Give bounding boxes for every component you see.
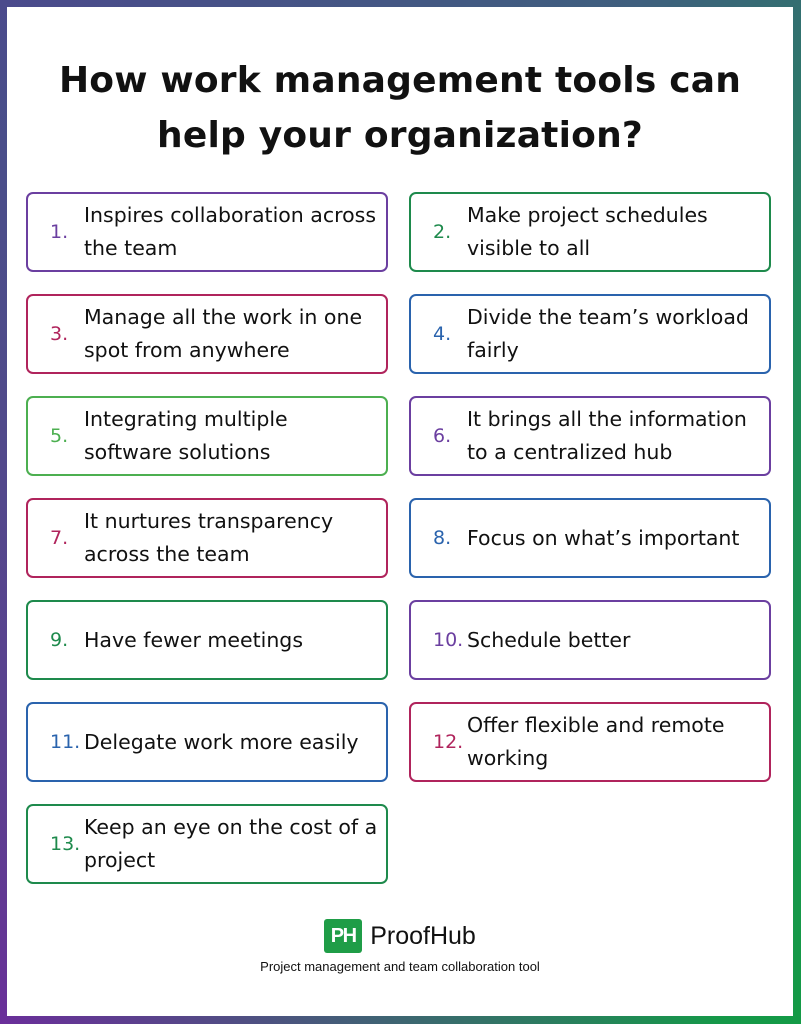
benefit-text: Keep an eye on the cost of a project (84, 815, 378, 872)
benefit-text: It nurtures transparency across the team (84, 509, 334, 566)
benefit-number: 7. (50, 527, 69, 549)
benefit-number: 4. (433, 323, 452, 345)
benefit-card: 4. Divide the team’s workload fairly (409, 294, 771, 374)
infographic-sheet: How work management tools can help your … (7, 7, 793, 1016)
title-line-1: How work management tools can (58, 60, 742, 101)
benefit-text: Delegate work more easily (84, 729, 359, 754)
benefit-text: Offer flexible and remote working (467, 713, 725, 770)
brand-tagline: Project management and team collaboratio… (260, 959, 540, 974)
benefit-number: 3. (50, 323, 69, 345)
benefit-text: Have fewer meetings (84, 627, 304, 652)
benefit-card: 10. Schedule better (409, 600, 771, 680)
benefit-number: 5. (50, 425, 69, 447)
brand-footer: PH ProofHub Project management and team … (7, 919, 793, 974)
benefit-number: 9. (50, 629, 69, 651)
title-line-2: help your organization? (157, 115, 643, 156)
benefit-number: 11. (50, 731, 81, 753)
benefit-card: 7. It nurtures transparency across the te… (26, 498, 388, 578)
brand-logo: PH ProofHub (7, 919, 793, 953)
brand-name: ProofHub (370, 921, 476, 950)
benefit-card: 5. Integrating multiple software solution… (26, 396, 388, 476)
benefit-number: 10. (433, 629, 464, 651)
benefit-number: 2. (433, 221, 452, 243)
benefit-card: 13. Keep an eye on the cost of a project (26, 804, 388, 884)
benefit-card: 1. Inspires collaboration across the team (26, 192, 388, 272)
benefit-text: Divide the team’s workload fairly (467, 305, 749, 362)
benefit-number: 1. (50, 221, 69, 243)
benefit-card: 6. It brings all the information to a cen… (409, 396, 771, 476)
benefit-number: 8. (433, 527, 452, 549)
benefit-text: Inspires collaboration across the team (84, 203, 377, 260)
benefit-card: 12. Offer flexible and remote working (409, 702, 771, 782)
benefit-card: 9. Have fewer meetings (26, 600, 388, 680)
benefit-text: Schedule better (467, 627, 631, 652)
benefit-text: It brings all the information to a centr… (467, 407, 747, 464)
page-title: How work management tools can help your … (7, 53, 793, 163)
benefit-number: 6. (433, 425, 452, 447)
benefit-text: Make project schedules visible to all (467, 203, 708, 260)
benefit-card: 2. Make project schedules visible to all (409, 192, 771, 272)
benefit-text: Manage all the work in one spot from any… (84, 305, 363, 362)
benefit-number: 13. (50, 833, 81, 855)
proofhub-logo-icon: PH (324, 919, 363, 953)
benefit-card: 11. Delegate work more easily (26, 702, 388, 782)
benefit-number: 12. (433, 731, 464, 753)
benefit-card: 3. Manage all the work in one spot from a… (26, 294, 388, 374)
benefit-card: 8. Focus on what’s important (409, 498, 771, 578)
benefit-text: Focus on what’s important (467, 525, 740, 550)
benefit-text: Integrating multiple software solutions (84, 407, 288, 464)
